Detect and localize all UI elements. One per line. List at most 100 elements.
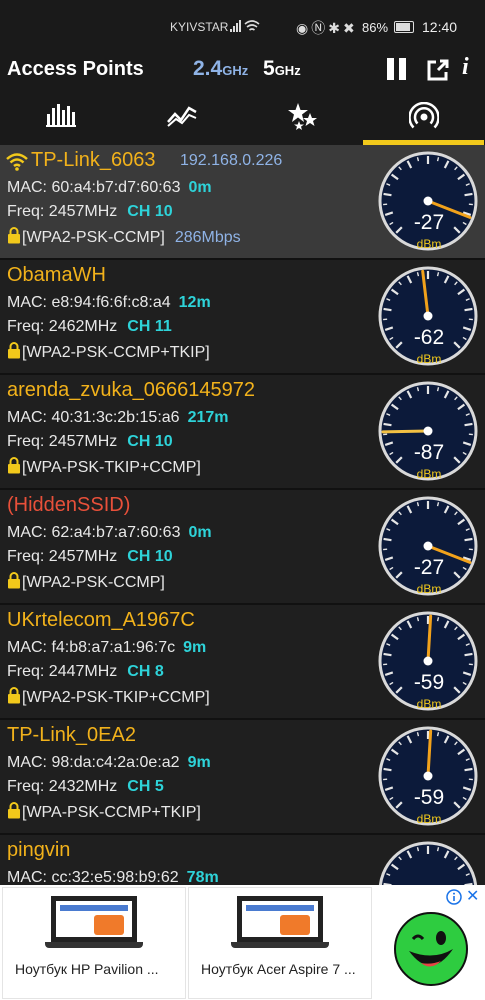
access-point-row[interactable]: pingvin MAC: cc:32:e5:98:b9:62 78m (0, 835, 485, 885)
gauge-tick (383, 537, 392, 542)
ad-close-icon[interactable]: ✕ (466, 886, 479, 906)
mac-line: MAC: e8:94:f6:6f:c8:a4 12m (7, 294, 211, 312)
ad-card[interactable]: Ноутбук HP Pavilion ... (2, 887, 186, 999)
mac-label: MAC: (7, 524, 47, 541)
access-point-row[interactable]: UKrtelecom_A1967C MAC: f4:b8:a7:a1:96:7c… (0, 605, 485, 720)
gauge-tick (416, 157, 420, 162)
mac-label: MAC: (7, 179, 47, 196)
access-point-icon (409, 102, 439, 129)
lock-icon (8, 572, 20, 589)
gauge-unit: dBm (417, 812, 442, 826)
distance: 12m (178, 294, 211, 311)
security: [WPA2-PSK-CCMP] (22, 574, 165, 591)
page-title: Access Points (7, 58, 144, 80)
security-line: [WPA-PSK-CCMP+TKIP] (7, 802, 201, 822)
lock-icon (8, 687, 20, 704)
band-5-toggle[interactable]: 5GHz (263, 57, 301, 81)
ad-card-title: Ноутбук Acer Aspire 7 ... (201, 961, 356, 977)
gauge-unit: dBm (417, 237, 442, 251)
gauge-hub (423, 196, 433, 206)
gauge-dial (378, 151, 478, 251)
freq-label: Freq: (7, 433, 45, 450)
gauge-tick (464, 192, 473, 197)
pause-icon[interactable] (386, 58, 408, 80)
gauge-dial (378, 496, 478, 596)
gauge-tick (416, 387, 420, 392)
time-graph-icon (167, 106, 197, 127)
freq-label: Freq: (7, 663, 45, 680)
channel: CH 10 (127, 548, 173, 565)
open-external-icon[interactable] (426, 58, 450, 82)
ssid: TP-Link_6063 (31, 149, 156, 171)
channel: CH 8 (127, 663, 164, 680)
mac-line: MAC: f4:b8:a7:a1:96:7c 9m (7, 639, 206, 657)
distance: 0m (188, 524, 212, 541)
ad-card[interactable]: Ноутбук Acer Aspire 7 ... (188, 887, 372, 999)
tab-rating[interactable] (242, 90, 363, 145)
gauge-tick (436, 157, 440, 162)
tab-time-graph[interactable] (121, 90, 242, 145)
tab-channel-graph[interactable] (0, 90, 121, 145)
signal-gauge: -27 dBm (378, 496, 478, 596)
security-line: [WPA-PSK-TKIP+CCMP] (7, 457, 201, 477)
bar-chart-icon (46, 104, 76, 127)
signal-gauge: -59 dBm (378, 611, 478, 711)
app-bar: Access Points 2.4GHz 5GHz i (0, 50, 485, 90)
ssid: arenda_zvuka_0666145972 (7, 379, 255, 401)
mac-label: MAC: (7, 294, 47, 311)
access-point-row[interactable]: TP-Link_0EA2 MAC: 98:da:c4:2a:0e:a2 9m Fr… (0, 720, 485, 835)
mac-address: 40:31:3c:2b:15:a6 (51, 409, 180, 426)
mac-label: MAC: (7, 754, 47, 771)
security: [WPA-PSK-TKIP+CCMP] (22, 459, 201, 476)
mac-label: MAC: (7, 409, 47, 426)
ad-info-icon[interactable] (446, 889, 462, 905)
access-point-row[interactable]: ObamaWH MAC: e8:94:f6:6f:c8:a4 12m Freq: … (0, 260, 485, 375)
mac-label: MAC: (7, 869, 47, 885)
gauge-tick (464, 422, 473, 427)
frequency: 2457MHz (48, 433, 118, 450)
gauge-hub (423, 541, 433, 551)
gauge-dbm-value: -59 (414, 671, 444, 694)
access-point-row[interactable]: arenda_zvuka_0666145972 MAC: 40:31:3c:2b… (0, 375, 485, 490)
signal-gauge: -87 dBm (378, 381, 478, 481)
access-point-row[interactable]: TP-Link_6063 192.168.0.226 MAC: 60:a4:b7… (0, 145, 485, 260)
info-icon[interactable]: i (462, 54, 469, 81)
mac-line: MAC: 40:31:3c:2b:15:a6 217m (7, 409, 228, 427)
gauge-tick (436, 502, 440, 507)
mac-address: e8:94:f6:6f:c8:a4 (51, 294, 171, 311)
security: [WPA2-PSK-CCMP] (22, 229, 165, 246)
band-2-4-value: 2.4 (193, 57, 223, 80)
gauge-dial (378, 726, 478, 826)
gauge-tick (416, 847, 420, 852)
battery-percent: 86% (362, 20, 389, 35)
band-2-4-toggle[interactable]: 2.4GHz (193, 57, 248, 81)
ad-banner[interactable]: Ноутбук HP Pavilion ... Ноутбук Acer Asp… (0, 885, 485, 1000)
gauge-tick (436, 272, 440, 277)
gauge-tick (464, 652, 473, 657)
tab-access-points[interactable] (363, 90, 484, 145)
signal-gauge: -62 dBm (378, 266, 478, 366)
access-point-row[interactable]: (HiddenSSID) MAC: 62:a4:b7:a7:60:63 0m Fr… (0, 490, 485, 605)
gauge-unit: dBm (417, 697, 442, 711)
access-point-list[interactable]: TP-Link_6063 192.168.0.226 MAC: 60:a4:b7… (0, 145, 485, 885)
mac-address: 62:a4:b7:a7:60:63 (51, 524, 181, 541)
gauge-tick (383, 767, 392, 772)
gauge-tick (416, 617, 420, 622)
gauge-dbm-value: -59 (414, 786, 444, 809)
mac-label: MAC: (7, 639, 47, 656)
gauge-tick (416, 732, 420, 737)
freq-label: Freq: (7, 318, 45, 335)
signal-icon (230, 20, 260, 32)
channel: CH 10 (127, 433, 173, 450)
frequency: 2457MHz (48, 548, 118, 565)
distance: 9m (183, 639, 207, 656)
channel: CH 10 (127, 203, 173, 220)
band-2-4-unit: GHz (222, 63, 249, 78)
lock-icon (8, 342, 20, 359)
freq-line: Freq: 2457MHz CH 10 (7, 548, 173, 566)
gauge-tick (383, 192, 392, 197)
mac-address: f4:b8:a7:a1:96:7c (51, 639, 176, 656)
gauge-unit: dBm (417, 582, 442, 596)
distance: 9m (187, 754, 211, 771)
channel: CH 11 (127, 318, 172, 335)
